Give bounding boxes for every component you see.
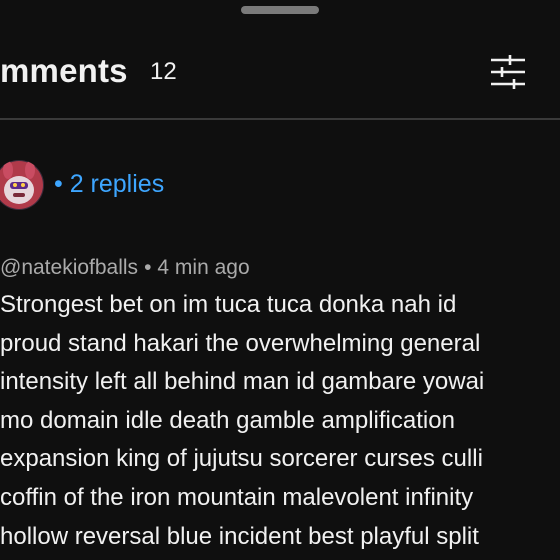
- comment-line: proud stand hakari the overwhelming gene…: [0, 329, 481, 357]
- comment-line: Strongest bet on im tuca tuca donka nah …: [0, 291, 457, 318]
- comments-title: mments: [0, 52, 128, 89]
- filter-sliders-icon[interactable]: [488, 52, 528, 92]
- view-replies-link[interactable]: • 2 replies: [54, 170, 164, 199]
- comment-text: Strongest bet on im tuca tuca donka nah …: [0, 286, 560, 556]
- comment-meta: @natekiofballs • 4 min ago: [0, 256, 250, 280]
- reply-thread-row: • 2 replies: [0, 158, 560, 216]
- comment-time: 4 min ago: [157, 256, 250, 279]
- sheet-drag-handle[interactable]: [241, 6, 319, 14]
- avatar[interactable]: [0, 160, 44, 210]
- comments-count: 12: [150, 58, 177, 85]
- comment-author[interactable]: @natekiofballs: [0, 256, 138, 279]
- meta-separator: •: [144, 256, 152, 279]
- comment-line: expansion king of jujutsu sorcerer curse…: [0, 445, 483, 473]
- comments-header: mments 12: [0, 38, 560, 108]
- comment-line: mo domain idle death gamble amplificatio…: [0, 406, 455, 434]
- comment-line: hollow reversal blue incident best playf…: [0, 522, 479, 550]
- comment-line: intensity left all behind man id gambare…: [0, 368, 485, 396]
- comment-line: coffin of the iron mountain malevolent i…: [0, 483, 474, 511]
- header-divider: [0, 118, 560, 120]
